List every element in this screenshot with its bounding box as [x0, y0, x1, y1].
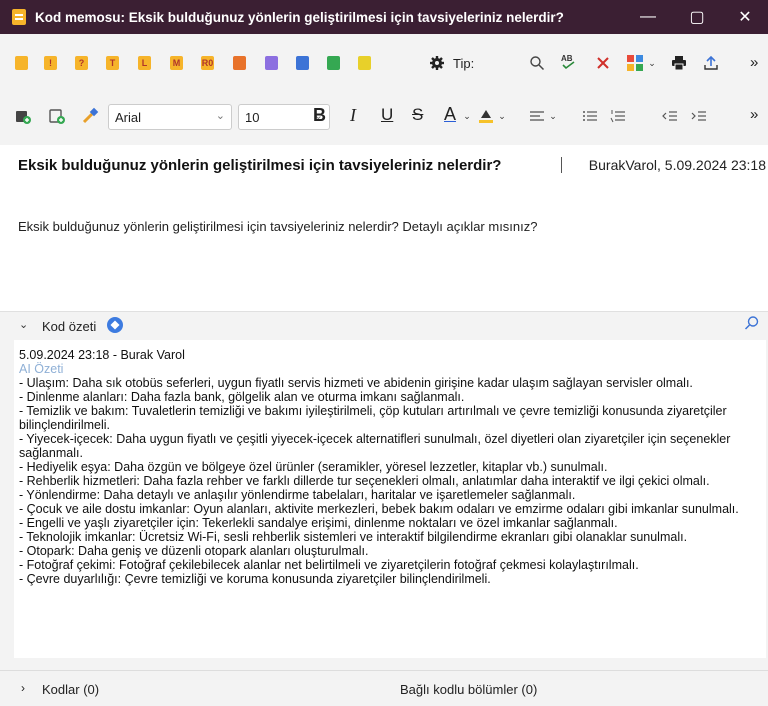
memo-editor[interactable]: Eksik bulduğunuz yönlerin geliştirilmesi… [0, 185, 768, 311]
code-summary-header[interactable]: ⌄ Kod özeti [0, 311, 768, 339]
summary-line: - Hediyelik eşya: Daha özgün ve bölgeye … [19, 460, 608, 474]
type-gear-icon[interactable] [428, 54, 446, 72]
code-summary-label: Kod özeti [42, 319, 97, 334]
summary-line: - Rehberlik hizmetleri: Daha fazla rehbe… [19, 474, 710, 488]
marker-button-9[interactable] [296, 56, 309, 70]
marker-button-4[interactable]: L [138, 56, 151, 70]
summary-line: - Yönlendirme: Daha detaylı ve anlaşılır… [19, 488, 576, 502]
marker-button-3[interactable]: T [106, 56, 119, 70]
chevron-down-icon[interactable]: ⌄ [548, 110, 558, 122]
align-icon[interactable] [527, 107, 547, 125]
codes-count[interactable]: Kodlar (0) [42, 682, 99, 697]
marker-button-10[interactable] [327, 56, 340, 70]
chevron-down-icon[interactable]: ⌄ [19, 318, 28, 331]
print-icon[interactable] [669, 53, 689, 73]
chevron-down-icon[interactable]: ⌄ [497, 110, 507, 122]
close-button[interactable]: ✕ [722, 0, 768, 34]
italic-button[interactable]: I [350, 105, 356, 126]
memo-question-title[interactable]: Eksik bulduğunuz yönlerin geliştirilmesi… [18, 157, 501, 174]
memo-text[interactable]: Eksik bulduğunuz yönlerin geliştirilmesi… [18, 219, 538, 234]
search-icon[interactable] [528, 54, 546, 72]
summary-stamp: 5.09.2024 23:18 - Burak Varol [19, 348, 185, 362]
export-icon[interactable] [701, 53, 721, 73]
color-palette-icon[interactable] [625, 53, 645, 73]
linked-segments-count[interactable]: Bağlı kodlu bölümler (0) [400, 682, 537, 697]
outdent-icon[interactable] [660, 107, 680, 125]
new-memo-icon[interactable] [14, 107, 32, 125]
marker-label [296, 56, 309, 70]
marker-button-6[interactable]: R0 [201, 56, 214, 70]
bold-button[interactable]: B [313, 105, 326, 126]
marker-button-8[interactable] [265, 56, 278, 70]
summary-line: - Otopark: Daha geniş ve düzenli otopark… [19, 544, 369, 558]
font-family-select[interactable]: Arial ⌄ [108, 104, 232, 130]
chevron-down-icon[interactable]: ⌄ [647, 56, 657, 70]
memo-header: Eksik bulduğunuz yönlerin geliştirilmesi… [0, 145, 768, 185]
window-title: Kod memosu: Eksik bulduğunuz yönlerin ge… [35, 9, 565, 25]
highlight-icon[interactable] [476, 106, 496, 126]
marker-label [358, 56, 371, 70]
marker-button-2[interactable]: ? [75, 56, 88, 70]
summary-line: - Teknolojik imkanlar: Ücretsiz Wi-Fi, s… [19, 530, 688, 544]
svg-text:AB: AB [561, 54, 573, 63]
memo-app-icon [12, 9, 26, 25]
summary-line: - Dinlenme alanları: Daha fazla bank, gö… [19, 390, 465, 404]
indent-icon[interactable] [689, 107, 709, 125]
toolbar2-more-button[interactable]: » [750, 106, 758, 123]
marker-button-5[interactable]: M [170, 56, 183, 70]
chevron-down-icon: ⌄ [215, 110, 225, 122]
chevron-right-icon[interactable]: › [21, 681, 25, 695]
marker-label: ! [49, 58, 52, 68]
left-gutter [0, 340, 14, 670]
type-label: Tip: [453, 56, 475, 71]
chevron-down-icon[interactable]: ⌄ [462, 110, 472, 122]
marker-button-7[interactable] [233, 56, 246, 70]
marker-label: L [141, 58, 148, 68]
delete-icon[interactable] [594, 54, 612, 72]
marker-label [265, 56, 278, 70]
text-cursor [561, 157, 562, 173]
underline-button[interactable]: U [381, 105, 393, 125]
marker-button-0[interactable] [15, 56, 28, 70]
marker-button-11[interactable] [358, 56, 371, 70]
summary-search-icon[interactable] [744, 315, 760, 334]
summary-lines: - Ulaşım: Daha sık otobüs seferleri, uyg… [19, 376, 764, 586]
marker-label [233, 56, 246, 70]
spellcheck-icon[interactable]: AB [559, 52, 579, 72]
maximize-button[interactable]: ▢ [674, 0, 720, 34]
marker-label [327, 56, 340, 70]
marker-label: M [172, 58, 181, 68]
font-size-value: 10 [245, 109, 260, 125]
format-painter-icon[interactable] [80, 106, 100, 126]
toolbar-markers: !? T L M R0 Tip: AB ⌄ » [0, 40, 768, 92]
bottom-bar: › Kodlar (0) Bağlı kodlu bölümler (0) [0, 670, 768, 706]
code-summary-body[interactable]: 5.09.2024 23:18 - Burak Varol AI Özeti -… [14, 340, 766, 658]
title-bar: Kod memosu: Eksik bulduğunuz yönlerin ge… [0, 0, 768, 34]
marker-label: R0 [201, 58, 214, 68]
summary-line: - Çevre duyarlılığı: Çevre temizliği ve … [19, 572, 491, 586]
summary-line: - Fotoğraf çekimi: Fotoğraf çekilebilece… [19, 558, 639, 572]
author-date: BurakVarol, 5.09.2024 23:18 [588, 157, 766, 173]
marker-label: ? [78, 58, 85, 68]
summary-line: - Temizlik ve bakım: Tuvaletlerin temizl… [19, 404, 727, 432]
toolbar1-more-button[interactable]: » [750, 54, 758, 71]
summary-line: - Yiyecek-içecek: Daha uygun fiyatlı ve … [19, 432, 731, 460]
numbered-list-icon[interactable] [608, 107, 628, 125]
bullet-list-icon[interactable] [580, 107, 600, 125]
marker-label [15, 56, 28, 70]
ai-summary-label: AI Özeti [19, 362, 64, 376]
font-color-button[interactable]: A [444, 104, 456, 125]
minimize-button[interactable]: — [625, 0, 671, 34]
marker-button-1[interactable]: ! [44, 56, 57, 70]
summary-line: - Engelli ve yaşlı ziyaretçiler için: Te… [19, 516, 618, 530]
summary-line: - Ulaşım: Daha sık otobüs seferleri, uyg… [19, 376, 693, 390]
marker-label: T [109, 58, 116, 68]
toolbar-format: Arial ⌄ 10 ⌄ B I U S A ⌄ ⌄ ⌄ » [0, 94, 768, 138]
strikethrough-button[interactable]: S [412, 105, 423, 125]
summary-line: - Çocuk ve aile dostu imkanlar: Oyun ala… [19, 502, 739, 516]
add-code-icon[interactable] [48, 107, 66, 125]
font-family-value: Arial [115, 109, 142, 125]
ai-sparkle-icon[interactable] [107, 317, 123, 333]
